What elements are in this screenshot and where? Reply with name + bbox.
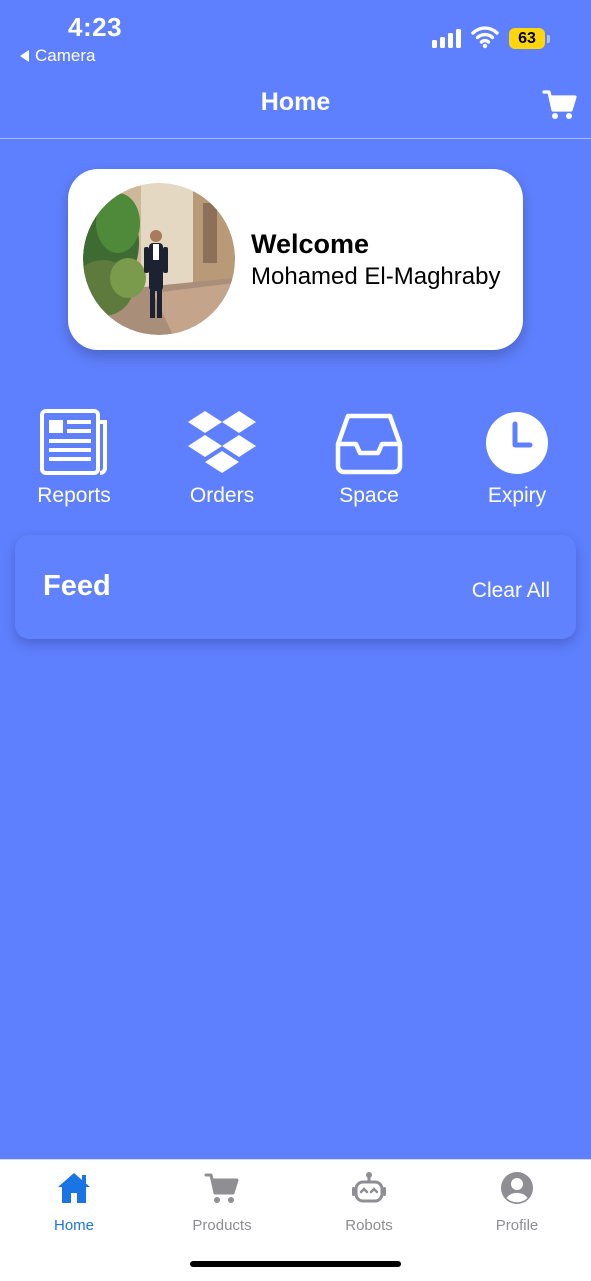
cart-icon <box>204 1173 239 1203</box>
tab-label: Home <box>53 1217 94 1234</box>
cart-icon[interactable] <box>542 88 578 122</box>
newspaper-icon <box>40 409 107 475</box>
shortcut-label: Expiry <box>487 484 547 507</box>
profile-icon <box>501 1172 533 1204</box>
feed-title: Feed <box>43 570 111 602</box>
tab-profile[interactable]: Profile <box>443 1170 591 1240</box>
shortcut-label: Orders <box>189 484 255 507</box>
clear-all-button[interactable]: Clear All <box>472 579 550 603</box>
welcome-card: Welcome Mohamed El-Maghraby <box>68 169 523 350</box>
shortcut-orders[interactable]: Orders <box>152 408 292 512</box>
tab-label: Profile <box>495 1217 539 1234</box>
shortcut-reports[interactable]: Reports <box>4 408 144 512</box>
tab-label: Robots <box>345 1217 393 1234</box>
cellular-signal-icon <box>432 28 461 48</box>
page-title: Home <box>260 88 331 116</box>
inbox-tray-icon <box>335 413 403 475</box>
user-name: Mohamed El-Maghraby <box>251 263 501 290</box>
back-arrow-icon <box>20 50 29 62</box>
tab-robots[interactable]: Robots <box>295 1170 443 1240</box>
battery-level: 63 <box>509 28 545 49</box>
shortcut-expiry[interactable]: Expiry <box>447 408 587 512</box>
header-divider <box>0 138 591 139</box>
avatar[interactable] <box>83 183 235 335</box>
clock-icon <box>486 412 548 474</box>
shortcut-label: Reports <box>37 484 111 507</box>
battery-indicator: 63 <box>509 28 551 50</box>
robot-icon <box>352 1172 386 1203</box>
back-to-camera-link[interactable]: Camera <box>20 46 95 66</box>
tab-products[interactable]: Products <box>148 1170 296 1240</box>
boxes-icon <box>188 411 256 473</box>
feed-card: Feed Clear All <box>15 535 576 639</box>
wifi-icon <box>471 26 499 49</box>
shortcut-space[interactable]: Space <box>299 408 439 512</box>
shortcut-label: Space <box>339 484 399 507</box>
home-icon <box>58 1173 90 1203</box>
status-time: 4:23 <box>68 12 123 42</box>
back-label: Camera <box>35 46 96 65</box>
tab-home[interactable]: Home <box>0 1170 148 1240</box>
welcome-heading: Welcome <box>251 229 370 259</box>
tab-label: Products <box>192 1217 252 1234</box>
home-indicator[interactable] <box>190 1261 401 1267</box>
